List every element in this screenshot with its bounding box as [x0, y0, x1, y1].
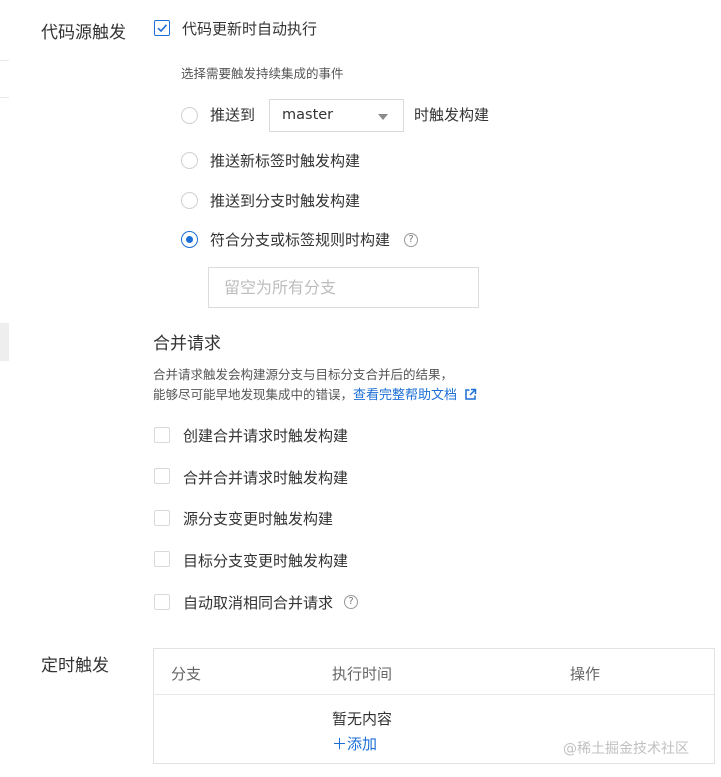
new-tag-label[interactable]: 推送新标签时触发构建: [210, 150, 360, 171]
checkbox-merge-mr[interactable]: [154, 468, 170, 484]
create-mr-label[interactable]: 创建合并请求时触发构建: [183, 425, 348, 446]
auto-cancel-label[interactable]: 自动取消相同合并请求: [183, 592, 333, 613]
push-to-label[interactable]: 推送到: [210, 104, 255, 125]
add-schedule-button[interactable]: ＋添加: [332, 733, 377, 754]
target-branch-change-label[interactable]: 目标分支变更时触发构建: [183, 550, 348, 571]
column-header-branch: 分支: [171, 665, 202, 683]
scheduled-trigger-label: 定时触发: [41, 656, 109, 676]
branch-select-value: master: [282, 107, 334, 123]
checkbox-create-mr[interactable]: [154, 427, 170, 443]
watermark: @稀土掘金技术社区: [563, 741, 689, 757]
left-panel-highlight: [0, 323, 9, 361]
branch-select[interactable]: master: [269, 99, 404, 132]
empty-state-text: 暂无内容: [332, 710, 393, 728]
radio-new-tag[interactable]: [181, 152, 198, 169]
auto-run-checkbox[interactable]: [154, 20, 170, 36]
question-circle-icon[interactable]: ?: [344, 595, 358, 609]
table-header: 分支 执行时间 操作: [154, 649, 714, 695]
merge-request-desc-line2: 能够尽可能早地发现集成中的错误，查看完整帮助文档: [153, 384, 477, 403]
push-branch-label[interactable]: 推送到分支时触发构建: [210, 190, 360, 211]
left-panel-divider: [0, 97, 9, 98]
column-header-time: 执行时间: [332, 665, 393, 683]
push-to-suffix: 时触发构建: [414, 106, 490, 124]
plus-icon: ＋: [332, 735, 348, 753]
help-doc-link[interactable]: 查看完整帮助文档: [353, 388, 457, 403]
auto-run-label[interactable]: 代码更新时自动执行: [182, 18, 317, 39]
branch-rule-input[interactable]: [208, 267, 479, 308]
radio-push-to-branch[interactable]: [181, 107, 198, 124]
source-branch-change-label[interactable]: 源分支变更时触发构建: [183, 508, 333, 529]
checkbox-source-branch-change[interactable]: [154, 510, 170, 526]
question-circle-icon[interactable]: ?: [404, 233, 418, 247]
merge-mr-label[interactable]: 合并合并请求时触发构建: [183, 467, 348, 488]
merge-request-desc: 合并请求触发会构建源分支与目标分支合并后的结果，: [153, 367, 454, 382]
radio-match-rule[interactable]: [181, 231, 198, 248]
caret-down-icon: [378, 114, 388, 120]
merge-request-heading: 合并请求: [153, 334, 221, 354]
match-rule-label[interactable]: 符合分支或标签规则时构建: [210, 229, 390, 250]
merge-request-desc-text: 能够尽可能早地发现集成中的错误，: [153, 387, 354, 402]
checkbox-target-branch-change[interactable]: [154, 551, 170, 567]
external-link-icon[interactable]: [464, 388, 477, 401]
code-trigger-label: 代码源触发: [41, 23, 126, 43]
column-header-actions: 操作: [570, 665, 601, 683]
checkmark-icon: [157, 24, 168, 33]
radio-push-branch[interactable]: [181, 192, 198, 209]
checkbox-auto-cancel[interactable]: [154, 594, 170, 610]
add-schedule-label: 添加: [347, 735, 378, 753]
left-panel-divider: [0, 60, 9, 61]
events-hint: 选择需要触发持续集成的事件: [181, 66, 344, 81]
